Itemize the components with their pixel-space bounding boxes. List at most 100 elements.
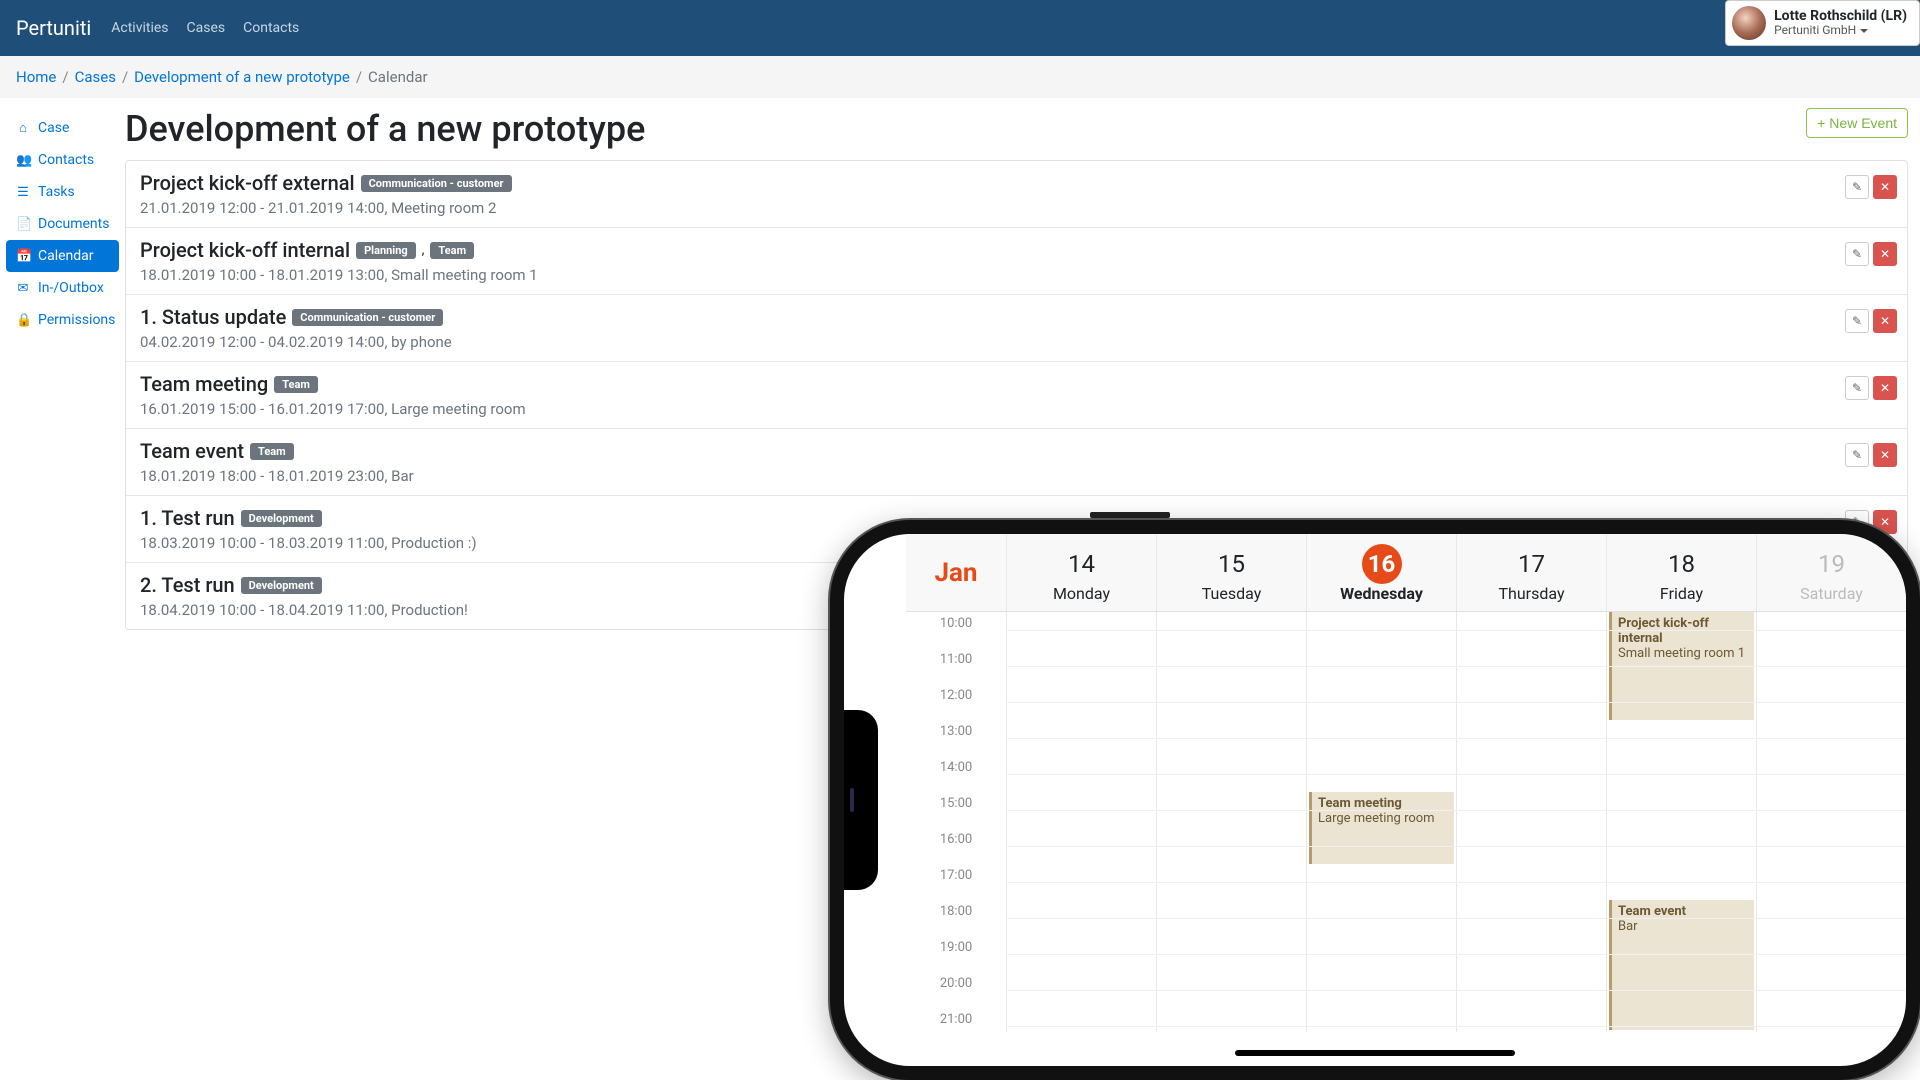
calendar-time-label: 17:00 [906, 868, 1006, 904]
edit-button[interactable]: ✎ [1845, 175, 1869, 199]
sidebar-item-label: Tasks [38, 184, 75, 200]
calendar-event[interactable]: Team meetingLarge meeting room [1309, 792, 1454, 864]
breadcrumb-cases[interactable]: Cases [75, 68, 116, 86]
sidebar-item-case[interactable]: ⌂Case [6, 112, 119, 144]
calendar-day-num: 15 [1212, 544, 1252, 584]
event-actions: ✎✕ [1845, 242, 1897, 266]
calendar-body: 10:0011:0012:0013:0014:0015:0016:0017:00… [906, 612, 1906, 1066]
calendar-day[interactable]: 18Friday [1606, 534, 1756, 611]
user-info: Lotte Rothschild (LR) Pertuniti GmbH [1774, 9, 1907, 38]
calendar-event-location: Small meeting room 1 [1618, 646, 1748, 661]
calendar-time-label: 16:00 [906, 832, 1006, 868]
mobile-calendar: Jan14Monday15Tuesday16Wednesday17Thursda… [906, 534, 1906, 1066]
calendar-day[interactable]: 17Thursday [1456, 534, 1606, 611]
event-title-row: Project kick-off externalCommunication -… [140, 171, 1893, 195]
sidebar-item-label: In-/Outbox [38, 280, 104, 296]
event-row: Project kick-off internalPlanning,Team18… [126, 228, 1907, 295]
event-tag: Team [430, 242, 474, 259]
event-tag: Team [250, 443, 294, 460]
gridline [1006, 810, 1906, 811]
breadcrumb-home[interactable]: Home [16, 68, 56, 86]
calendar-column[interactable]: Project kick-off internalSmall meeting r… [1606, 612, 1756, 1032]
breadcrumb-calendar: Calendar [368, 68, 428, 86]
delete-button[interactable]: ✕ [1873, 376, 1897, 400]
delete-button[interactable]: ✕ [1873, 175, 1897, 199]
calendar-time-label: 13:00 [906, 724, 1006, 760]
gridline [1006, 990, 1906, 991]
calendar-day-num: 19 [1812, 544, 1852, 584]
sidebar-item-contacts[interactable]: 👥Contacts [6, 144, 119, 176]
gridline [1006, 882, 1906, 883]
calendar-event-title: Team event [1618, 904, 1748, 919]
event-meta: 04.02.2019 12:00 - 04.02.2019 14:00, by … [140, 333, 1893, 351]
calendar-time-label: 14:00 [906, 760, 1006, 796]
calendar-column[interactable] [1006, 612, 1156, 1032]
calendar-day-name: Thursday [1457, 584, 1606, 603]
calendar-column[interactable] [1156, 612, 1306, 1032]
calendar-column[interactable] [1756, 612, 1906, 1032]
edit-button[interactable]: ✎ [1845, 242, 1869, 266]
calendar-day-num: 16 [1362, 544, 1402, 584]
edit-button[interactable]: ✎ [1845, 376, 1869, 400]
sidebar-item-in-outbox[interactable]: ✉In-/Outbox [6, 272, 119, 304]
calendar-column[interactable] [1456, 612, 1606, 1032]
edit-button[interactable]: ✎ [1845, 443, 1869, 467]
sidebar-item-permissions[interactable]: 🔒Permissions [6, 304, 119, 336]
event-title: Team meeting [140, 372, 268, 396]
calendar-day[interactable]: 19Saturday [1756, 534, 1906, 611]
event-row: 1. Status updateCommunication - customer… [126, 295, 1907, 362]
gridline [1006, 918, 1906, 919]
breadcrumb-separator: / [122, 68, 128, 86]
delete-button[interactable]: ✕ [1873, 443, 1897, 467]
new-event-button[interactable]: + New Event [1806, 108, 1908, 138]
home-indicator [1235, 1050, 1515, 1056]
event-title-row: Project kick-off internalPlanning,Team [140, 238, 1893, 262]
calendar-time-label: 20:00 [906, 976, 1006, 1012]
plus-icon: + [1817, 115, 1825, 131]
calendar-day-name: Tuesday [1157, 584, 1306, 603]
delete-button[interactable]: ✕ [1873, 242, 1897, 266]
calendar-column[interactable]: Team meetingLarge meeting room [1306, 612, 1456, 1032]
event-title-row: 1. Status updateCommunication - customer [140, 305, 1893, 329]
calendar-day[interactable]: 14Monday [1006, 534, 1156, 611]
top-navbar: Pertuniti Activities Cases Contacts Lotte … [0, 0, 1920, 56]
calendar-event-location: Bar [1618, 919, 1748, 934]
calendar-day[interactable]: 15Tuesday [1156, 534, 1306, 611]
event-actions: ✎✕ [1845, 443, 1897, 467]
sidebar-item-label: Case [38, 120, 69, 136]
sidebar-item-documents[interactable]: 📄Documents [6, 208, 119, 240]
breadcrumb-development-of-a-new-prototype[interactable]: Development of a new prototype [134, 68, 350, 86]
sidebar-item-calendar[interactable]: 📅Calendar [6, 240, 119, 272]
sidebar-item-label: Documents [38, 216, 109, 232]
calendar-day-num: 17 [1512, 544, 1552, 584]
edit-button[interactable]: ✎ [1845, 309, 1869, 333]
calendar-day-num: 18 [1662, 544, 1702, 584]
gridline [1006, 630, 1906, 631]
event-meta: 21.01.2019 12:00 - 21.01.2019 14:00, Mee… [140, 199, 1893, 217]
calendar-columns: Team meetingLarge meeting room Project ki… [1006, 612, 1906, 1032]
calendar-times: 10:0011:0012:0013:0014:0015:0016:0017:00… [906, 612, 1006, 1032]
calendar-time-label: 11:00 [906, 652, 1006, 688]
delete-button[interactable]: ✕ [1873, 309, 1897, 333]
nav-link-contacts[interactable]: Contacts [243, 20, 299, 36]
calendar-event[interactable]: Team eventBar [1609, 900, 1754, 1030]
gridline [1006, 774, 1906, 775]
calendar-day[interactable]: 16Wednesday [1306, 534, 1456, 611]
sidebar-item-tasks[interactable]: ☰Tasks [6, 176, 119, 208]
event-meta: 18.01.2019 10:00 - 18.01.2019 13:00, Sma… [140, 266, 1893, 284]
nav-link-activities[interactable]: Activities [111, 20, 168, 36]
user-org-text: Pertuniti GmbH [1774, 24, 1856, 37]
tag-separator: , [422, 242, 425, 258]
sidebar: ⌂Case👥Contacts☰Tasks📄Documents📅Calendar✉… [0, 98, 125, 630]
user-org: Pertuniti GmbH [1774, 24, 1907, 37]
brand-logo[interactable]: Pertuniti [16, 16, 91, 40]
user-menu[interactable]: Lotte Rothschild (LR) Pertuniti GmbH [1725, 0, 1920, 46]
sidebar-item-label: Calendar [38, 248, 94, 264]
event-actions: ✎✕ [1845, 309, 1897, 333]
event-actions: ✎✕ [1845, 376, 1897, 400]
new-event-label: New Event [1829, 115, 1897, 131]
nav-link-cases[interactable]: Cases [187, 20, 226, 36]
event-row: Team meetingTeam16.01.2019 15:00 - 16.01… [126, 362, 1907, 429]
gridline [1006, 1026, 1906, 1027]
calendar-day-name: Friday [1607, 584, 1756, 603]
